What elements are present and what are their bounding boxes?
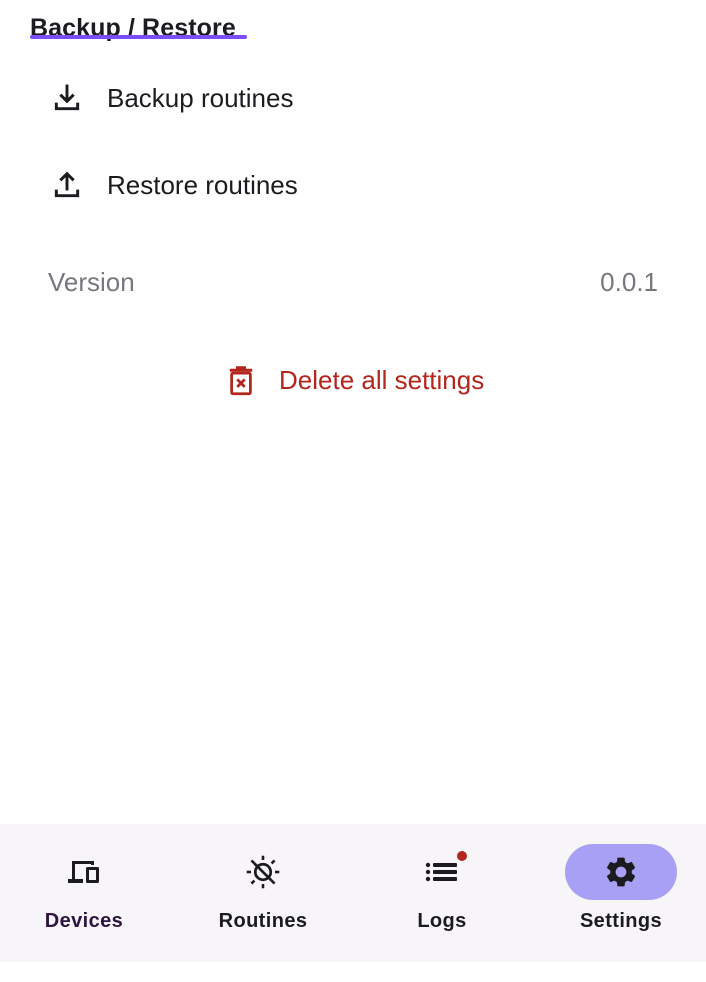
devices-icon bbox=[66, 854, 102, 890]
version-label: Version bbox=[48, 267, 135, 297]
nav-label-routines: Routines bbox=[218, 910, 308, 932]
version-row: Version 0.0.1 bbox=[48, 264, 658, 300]
list-icon bbox=[424, 854, 460, 890]
restore-routines-label: Restore routines bbox=[107, 170, 298, 200]
gear-icon bbox=[603, 854, 639, 890]
nav-item-logs[interactable]: Logs bbox=[354, 824, 530, 962]
backup-routines-item[interactable]: Backup routines bbox=[0, 63, 706, 133]
version-value: 0.0.1 bbox=[600, 267, 658, 297]
trash-icon bbox=[224, 362, 258, 398]
bottom-navigation: Devices Routines Logs Settings bbox=[0, 824, 706, 962]
delete-all-settings-button[interactable]: Delete all settings bbox=[214, 352, 520, 408]
logs-badge bbox=[457, 851, 467, 861]
nav-item-routines[interactable]: Routines bbox=[175, 824, 351, 962]
nav-item-devices[interactable]: Devices bbox=[0, 824, 172, 962]
section-underline bbox=[30, 35, 247, 39]
routines-icon bbox=[245, 854, 281, 890]
nav-label-logs: Logs bbox=[417, 910, 467, 932]
nav-label-settings: Settings bbox=[579, 910, 663, 932]
restore-routines-item[interactable]: Restore routines bbox=[0, 150, 706, 220]
backup-routines-label: Backup routines bbox=[107, 83, 294, 113]
upload-icon bbox=[50, 168, 84, 202]
section-title: Backup / Restore bbox=[30, 14, 236, 42]
delete-all-settings-label: Delete all settings bbox=[279, 365, 485, 395]
nav-item-settings[interactable]: Settings bbox=[533, 824, 706, 962]
download-icon bbox=[50, 81, 84, 115]
nav-label-devices: Devices bbox=[44, 910, 124, 932]
